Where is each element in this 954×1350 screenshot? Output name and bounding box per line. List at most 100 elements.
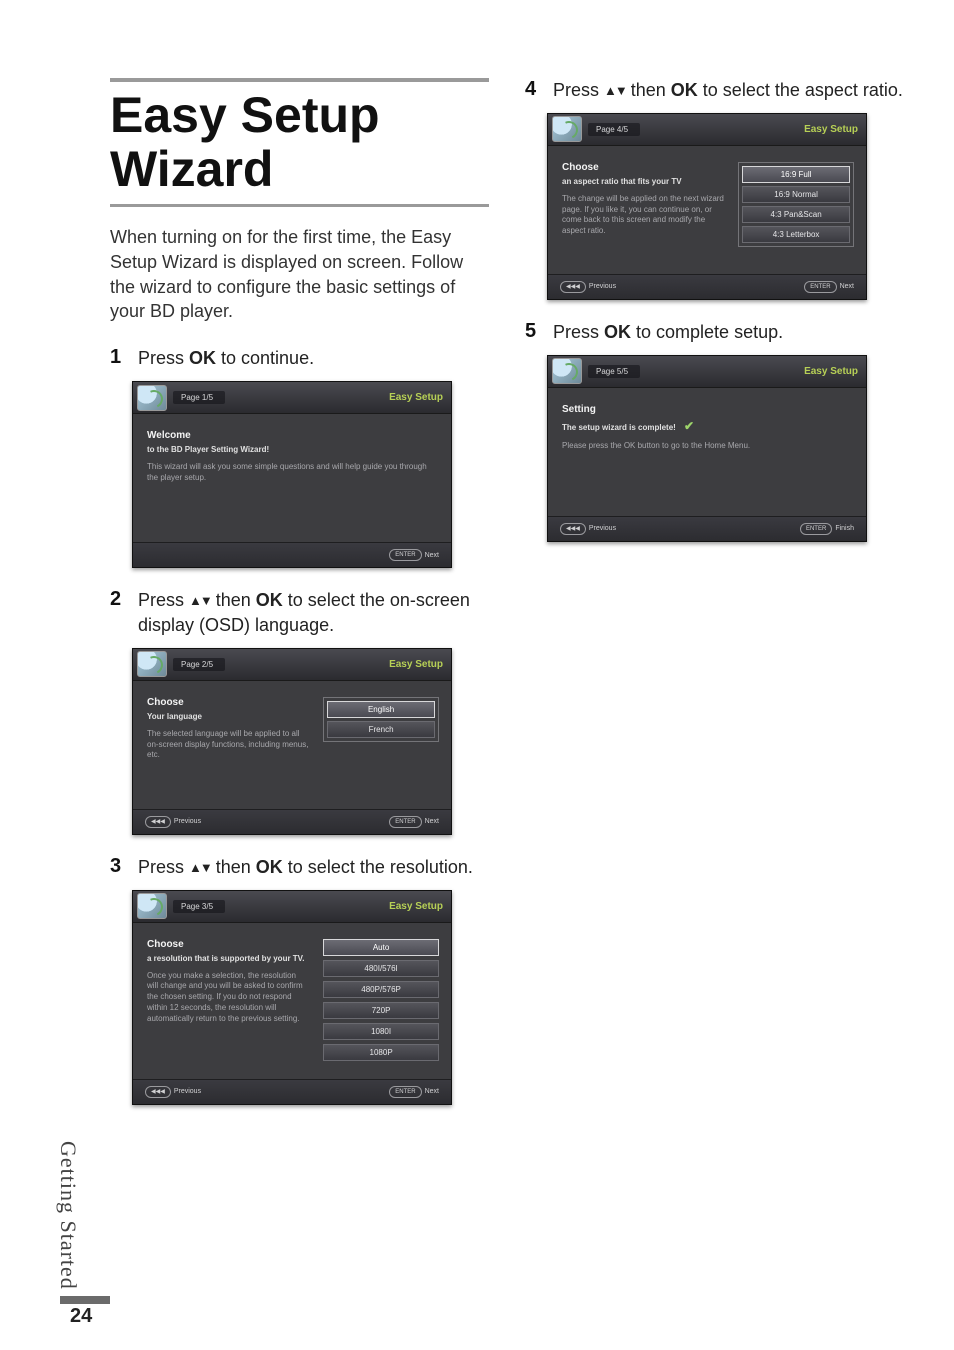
option-1080p[interactable]: 1080P bbox=[323, 1044, 439, 1061]
step-3-head: 3 Press ▲▼ then OK to select the resolut… bbox=[110, 855, 489, 880]
step-1-pre: Press bbox=[138, 348, 189, 368]
finish-label: Finish bbox=[835, 525, 854, 532]
wizard-5-pager: Page 5/5 bbox=[588, 365, 640, 378]
up-down-arrow-icon: ▲▼ bbox=[604, 82, 626, 100]
prev-pill-icon: ◀◀◀ bbox=[145, 1086, 171, 1098]
content-columns: Easy Setup Wizard When turning on for th… bbox=[110, 0, 954, 1350]
wizard-4-desc: The change will be applied on the next w… bbox=[562, 194, 724, 237]
wizard-panel-3: Page 3/5 Easy Setup Choose a resolution … bbox=[132, 890, 452, 1105]
wizard-4-next[interactable]: ENTERNext bbox=[804, 281, 854, 293]
step-4-mid: then bbox=[626, 80, 671, 100]
page-title: Easy Setup Wizard bbox=[110, 88, 489, 196]
wizard-1-left: Welcome to the BD Player Setting Wizard!… bbox=[147, 430, 439, 524]
ok-key: OK bbox=[189, 348, 216, 368]
step-3-post: to select the resolution. bbox=[283, 857, 473, 877]
wizard-3-pager: Page 3/5 bbox=[173, 900, 225, 913]
step-4-pre: Press bbox=[553, 80, 604, 100]
step-3-mid: then bbox=[211, 857, 256, 877]
ok-key: OK bbox=[256, 857, 283, 877]
prev-pill-icon: ◀◀◀ bbox=[560, 281, 586, 293]
next-label: Next bbox=[425, 552, 439, 559]
left-margin: Getting Started 24 bbox=[0, 0, 110, 1350]
option-720p[interactable]: 720P bbox=[323, 1002, 439, 1019]
wizard-2-left: Choose Your language The selected langua… bbox=[147, 697, 309, 791]
wizard-1-next[interactable]: ENTERNext bbox=[389, 549, 439, 561]
option-43-panscan[interactable]: 4:3 Pan&Scan bbox=[742, 206, 850, 223]
wizard-1-pager: Page 1/5 bbox=[173, 391, 225, 404]
step-2: 2 Press ▲▼ then OK to select the on-scre… bbox=[110, 588, 489, 835]
wizard-icon bbox=[552, 116, 582, 142]
option-1080i[interactable]: 1080I bbox=[323, 1023, 439, 1040]
next-label: Next bbox=[425, 1088, 439, 1095]
wizard-3-next[interactable]: ENTERNext bbox=[389, 1086, 439, 1098]
step-5-text: Press OK to complete setup. bbox=[553, 320, 783, 345]
step-4: 4 Press ▲▼ then OK to select the aspect … bbox=[525, 78, 904, 300]
step-5-head: 5 Press OK to complete setup. bbox=[525, 320, 904, 345]
option-french[interactable]: French bbox=[327, 721, 435, 738]
wizard-5-header: Page 5/5 Easy Setup bbox=[548, 356, 866, 388]
option-480p[interactable]: 480P/576P bbox=[323, 981, 439, 998]
step-2-pre: Press bbox=[138, 590, 189, 610]
step-2-head: 2 Press ▲▼ then OK to select the on-scre… bbox=[110, 588, 489, 638]
wizard-brand: Easy Setup bbox=[389, 392, 443, 403]
wizard-2-prev[interactable]: ◀◀◀Previous bbox=[145, 816, 201, 828]
step-2-number: 2 bbox=[110, 588, 128, 611]
wizard-2-next[interactable]: ENTER Next bbox=[389, 816, 439, 828]
next-label: Next bbox=[425, 818, 439, 825]
wizard-2-options: English French bbox=[323, 697, 439, 791]
step-1: 1 Press OK to continue. Page 1/5 Easy Se… bbox=[110, 346, 489, 568]
wizard-2-header: Page 2/5 Easy Setup bbox=[133, 649, 451, 681]
step-1-text: Press OK to continue. bbox=[138, 346, 314, 371]
wizard-4-prev[interactable]: ◀◀◀Previous bbox=[560, 281, 616, 293]
wizard-3-options: Auto 480I/576I 480P/576P 720P 1080I 1080… bbox=[323, 939, 439, 1061]
enter-pill-icon: ENTER bbox=[389, 816, 421, 828]
column-left: Easy Setup Wizard When turning on for th… bbox=[110, 78, 489, 1310]
wizard-5-title: Setting bbox=[562, 404, 854, 415]
wizard-4-footer: ◀◀◀Previous ENTERNext bbox=[548, 274, 866, 299]
wizard-3-footer: ◀◀◀Previous ENTERNext bbox=[133, 1079, 451, 1104]
wizard-1-desc: This wizard will ask you some simple que… bbox=[147, 462, 439, 484]
ok-key: OK bbox=[604, 322, 631, 342]
wizard-5-desc: Please press the OK button to go to the … bbox=[562, 441, 854, 452]
option-169-full[interactable]: 16:9 Full bbox=[742, 166, 850, 183]
step-3-pre: Press bbox=[138, 857, 189, 877]
step-2-text: Press ▲▼ then OK to select the on-screen… bbox=[138, 588, 489, 638]
page-bar bbox=[60, 1296, 110, 1304]
page-number: 24 bbox=[70, 1305, 92, 1328]
step-4-number: 4 bbox=[525, 78, 543, 101]
option-english[interactable]: English bbox=[327, 701, 435, 718]
ok-key: OK bbox=[671, 80, 698, 100]
wizard-1-title: Welcome bbox=[147, 430, 439, 441]
wizard-5-finish[interactable]: ENTERFinish bbox=[800, 523, 854, 535]
wizard-brand: Easy Setup bbox=[804, 124, 858, 135]
option-auto[interactable]: Auto bbox=[323, 939, 439, 956]
step-1-head: 1 Press OK to continue. bbox=[110, 346, 489, 371]
step-1-post: to continue. bbox=[216, 348, 314, 368]
prev-label: Previous bbox=[589, 525, 616, 532]
wizard-4-body: Choose an aspect ratio that fits your TV… bbox=[548, 146, 866, 274]
enter-pill-icon: ENTER bbox=[800, 523, 832, 535]
wizard-brand: Easy Setup bbox=[389, 659, 443, 670]
option-43-letterbox[interactable]: 4:3 Letterbox bbox=[742, 226, 850, 243]
step-4-text: Press ▲▼ then OK to select the aspect ra… bbox=[553, 78, 903, 103]
wizard-3-title: Choose bbox=[147, 939, 309, 950]
option-169-normal[interactable]: 16:9 Normal bbox=[742, 186, 850, 203]
ok-key: OK bbox=[256, 590, 283, 610]
wizard-3-prev[interactable]: ◀◀◀Previous bbox=[145, 1086, 201, 1098]
step-2-mid: then bbox=[211, 590, 256, 610]
step-5-number: 5 bbox=[525, 320, 543, 343]
wizard-5-left: Setting The setup wizard is complete! ✔ … bbox=[562, 404, 854, 498]
heading-rule-top bbox=[110, 78, 489, 82]
wizard-panel-5: Page 5/5 Easy Setup Setting The setup wi… bbox=[547, 355, 867, 542]
wizard-2-footer: ◀◀◀Previous ENTER Next bbox=[133, 809, 451, 834]
wizard-5-body: Setting The setup wizard is complete! ✔ … bbox=[548, 388, 866, 516]
prev-pill-icon: ◀◀◀ bbox=[560, 523, 586, 535]
wizard-4-title: Choose bbox=[562, 162, 724, 173]
wizard-5-prev[interactable]: ◀◀◀Previous bbox=[560, 523, 616, 535]
wizard-brand: Easy Setup bbox=[804, 366, 858, 377]
wizard-brand: Easy Setup bbox=[389, 901, 443, 912]
wizard-panel-1: Page 1/5 Easy Setup Welcome to the BD Pl… bbox=[132, 381, 452, 568]
option-480i[interactable]: 480I/576I bbox=[323, 960, 439, 977]
wizard-2-title: Choose bbox=[147, 697, 309, 708]
wizard-1-body: Welcome to the BD Player Setting Wizard!… bbox=[133, 414, 451, 542]
